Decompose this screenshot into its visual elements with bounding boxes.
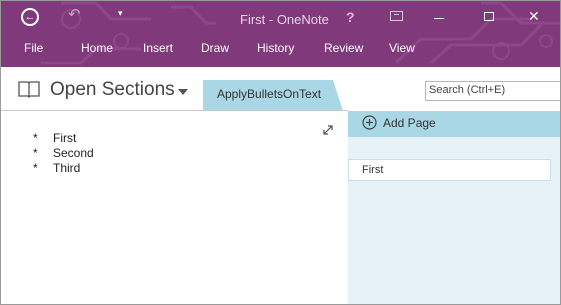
minimize-button[interactable]: [434, 18, 444, 19]
title-bar: ← ↶ ▾ First - OneNote ? ✕ File Home Inse…: [1, 1, 560, 67]
bullet-text[interactable]: Second: [53, 147, 94, 159]
open-sections-dropdown[interactable]: Open Sections: [50, 80, 175, 99]
bullet-marker: *: [33, 131, 38, 145]
add-page-label[interactable]: Add Page: [383, 117, 436, 129]
search-placeholder: Search (Ctrl+E): [429, 84, 506, 96]
pages-pane: [348, 111, 560, 304]
maximize-button[interactable]: [484, 12, 494, 21]
tab-review[interactable]: Review: [324, 42, 363, 54]
back-button[interactable]: ←: [21, 8, 39, 26]
bullet-marker: *: [33, 146, 38, 160]
tab-home[interactable]: Home: [81, 42, 113, 54]
undo-icon: ↶: [68, 6, 81, 23]
tab-history[interactable]: History: [257, 42, 294, 54]
chevron-down-icon: ▾: [118, 8, 123, 18]
section-tab-label[interactable]: ApplyBulletsOnText: [217, 88, 321, 100]
close-button[interactable]: ✕: [528, 9, 540, 23]
notebook-icon[interactable]: [18, 80, 40, 98]
help-button[interactable]: ?: [346, 10, 355, 24]
page-list-item-label[interactable]: First: [362, 165, 383, 176]
tab-view[interactable]: View: [389, 42, 415, 54]
full-page-view-button[interactable]: [390, 11, 403, 21]
section-divider: [1, 110, 348, 111]
expand-icon[interactable]: [322, 124, 334, 136]
arrow-left-icon: ←: [24, 10, 36, 23]
undo-button[interactable]: ↶: [68, 7, 81, 22]
bullet-text[interactable]: Third: [53, 162, 80, 174]
plus-circle-icon[interactable]: [362, 115, 377, 130]
bullet-text[interactable]: First: [53, 132, 76, 144]
tab-draw[interactable]: Draw: [201, 42, 229, 54]
add-page-button[interactable]: [348, 111, 560, 137]
onenote-window: ← ↶ ▾ First - OneNote ? ✕ File Home Inse…: [0, 0, 561, 305]
quick-access-customize-button[interactable]: ▾: [118, 9, 123, 18]
tab-insert[interactable]: Insert: [143, 42, 173, 54]
bullet-marker: *: [33, 161, 38, 175]
window-title: First - OneNote: [240, 12, 329, 27]
circuit-background-pattern: [41, 1, 560, 65]
tab-file[interactable]: File: [24, 42, 43, 54]
caret-down-icon[interactable]: [178, 89, 188, 95]
